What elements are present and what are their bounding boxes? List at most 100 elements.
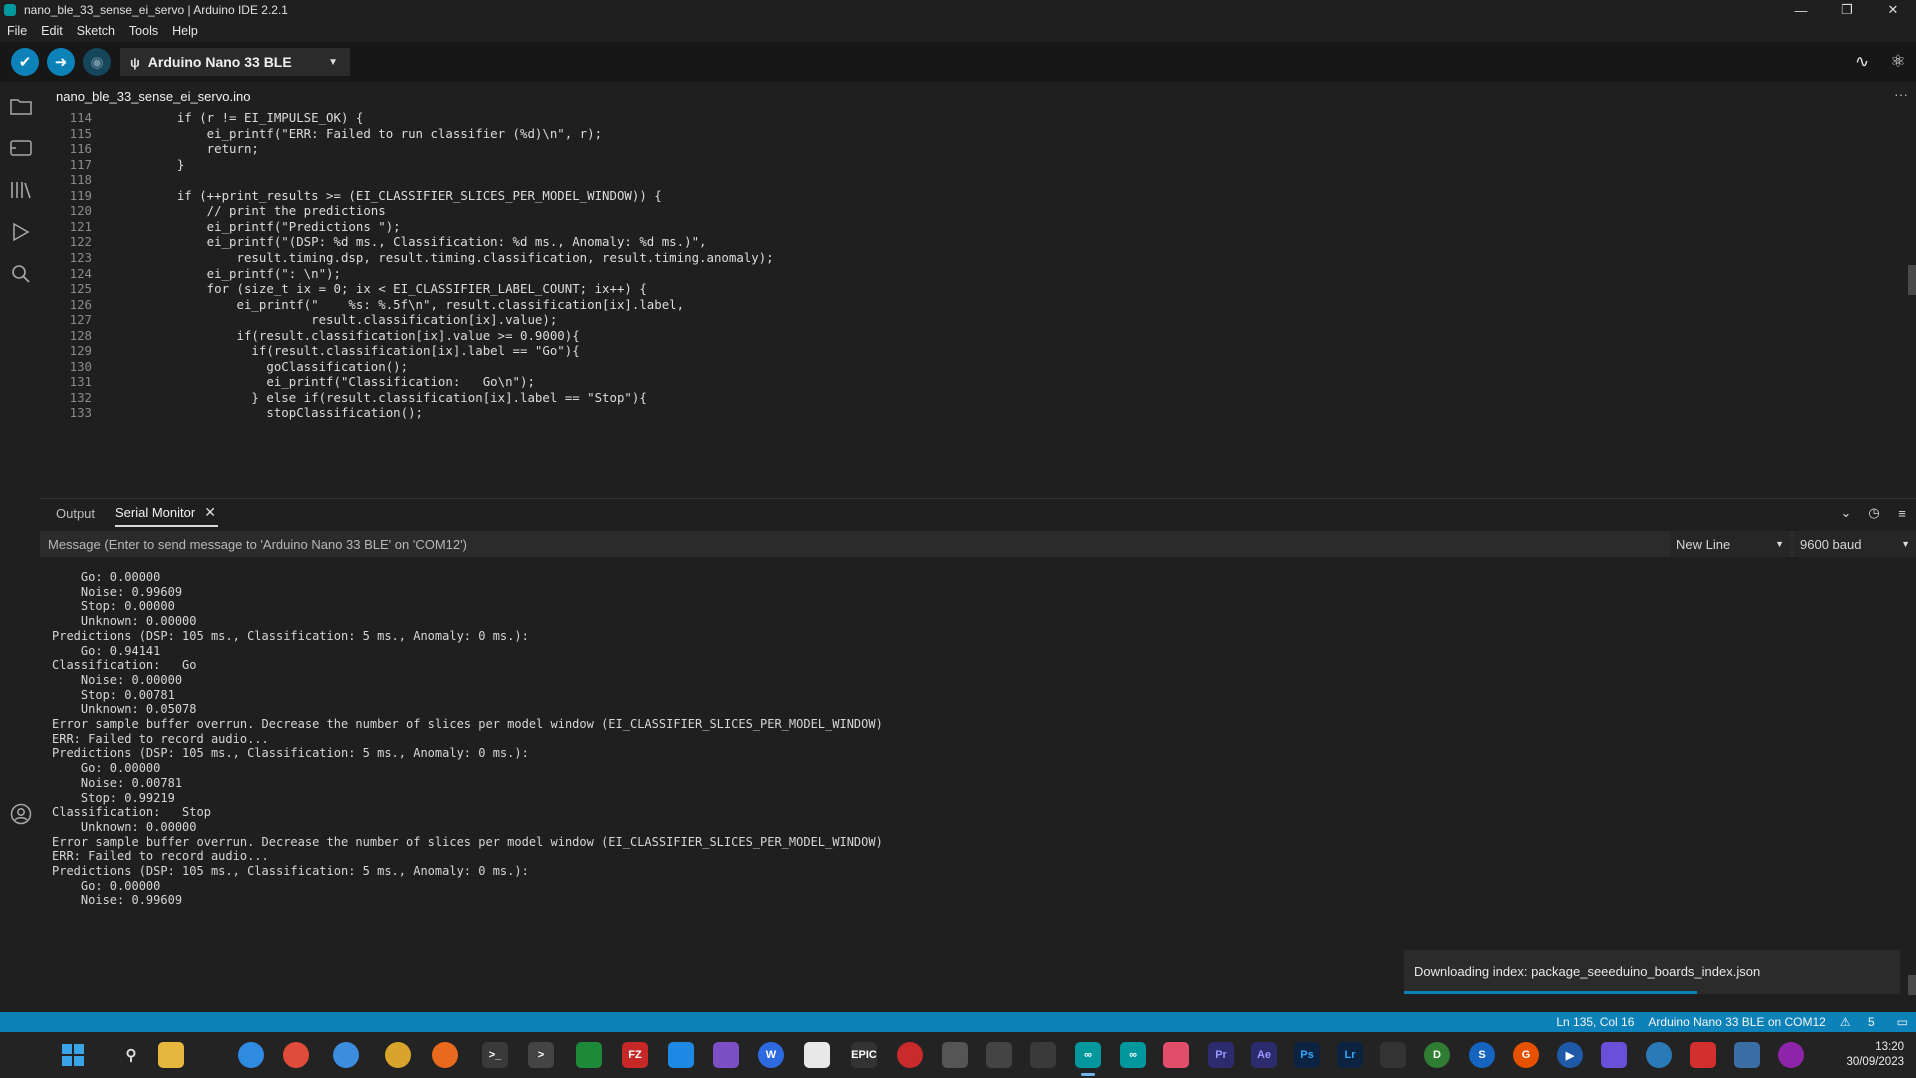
usb-icon: ψ (130, 54, 140, 70)
premiere-pro-icon[interactable]: Pr (1208, 1042, 1234, 1068)
app-icon-red[interactable] (897, 1042, 923, 1068)
edge-browser-icon[interactable] (238, 1042, 264, 1068)
code-text: stopClassification(); (147, 405, 424, 421)
title-bar: nano_ble_33_sense_ei_servo | Arduino IDE… (0, 0, 1916, 20)
debug-run-icon[interactable] (9, 220, 32, 243)
app-icon-monitor[interactable] (1734, 1042, 1760, 1068)
lightroom-icon[interactable]: Lr (1337, 1042, 1363, 1068)
window-controls: — ❐ ✕ (1778, 0, 1916, 20)
timestamp-clock-icon[interactable]: ◷ (1860, 505, 1888, 521)
search-icon[interactable] (9, 262, 32, 285)
chrome-icon[interactable] (283, 1042, 309, 1068)
unity-hub-icon[interactable] (986, 1042, 1012, 1068)
taskbar: ⚲ >_ > FZ W EPIC ∞ ∞ Pr Ae Ps Lr D S G ▶ (0, 1032, 1916, 1078)
minimize-icon[interactable]: — (1778, 0, 1824, 20)
app-icon-w[interactable]: W (758, 1042, 784, 1068)
notifications-indicator[interactable]: ⚠ 5 (1840, 1015, 1889, 1029)
editor-scrollbar[interactable] (1908, 265, 1916, 295)
obsidian-icon[interactable] (1601, 1042, 1627, 1068)
android-studio-icon[interactable] (576, 1042, 602, 1068)
verify-button[interactable]: ✔ (11, 48, 39, 76)
close-icon[interactable]: ✕ (204, 504, 216, 521)
app-icon-play[interactable]: ▶ (1557, 1042, 1583, 1068)
board-name: Arduino Nano 33 BLE (147, 54, 292, 70)
vscode-icon[interactable] (668, 1042, 694, 1068)
board-port[interactable]: Arduino Nano 33 BLE on COM12 (1648, 1015, 1825, 1029)
chevron-down-icon[interactable]: ⌄ (1832, 505, 1860, 521)
after-effects-icon[interactable]: Ae (1251, 1042, 1277, 1068)
sketchbook-folder-icon[interactable] (9, 94, 32, 117)
board-selector[interactable]: ψ Arduino Nano 33 BLE ▼ (120, 48, 350, 76)
activity-bar (0, 82, 40, 1012)
unity-icon[interactable] (942, 1042, 968, 1068)
app-icon-g[interactable]: G (1513, 1042, 1539, 1068)
app-icon-drone[interactable] (1380, 1042, 1406, 1068)
upload-button[interactable]: ➜ (47, 48, 75, 76)
line-ending-select[interactable]: New Line ▼ (1670, 531, 1790, 557)
visual-studio-icon[interactable] (713, 1042, 739, 1068)
filezilla-icon[interactable]: FZ (622, 1042, 648, 1068)
serial-message-input[interactable] (40, 531, 1666, 557)
restore-icon[interactable]: ❐ (1824, 0, 1870, 20)
tab-output-label: Output (56, 505, 96, 521)
tab-serial-monitor-label: Serial Monitor (115, 504, 196, 520)
system-clock[interactable]: 13:20 30/09/2023 (1846, 1040, 1904, 1070)
checkmark-icon: ✔ (18, 54, 32, 71)
chrome-canary-icon[interactable] (333, 1042, 359, 1068)
line-ending-value: New Line (1676, 536, 1731, 552)
serial-scrollbar[interactable] (1908, 975, 1916, 995)
app-icon-globe[interactable] (1646, 1042, 1672, 1068)
close-icon[interactable]: ✕ (1870, 0, 1916, 20)
status-bar: Ln 135, Col 16 Arduino Nano 33 BLE on CO… (0, 1012, 1916, 1032)
windows-start-icon[interactable] (60, 1042, 86, 1068)
toolbar-right: ∿ ⚛ (1844, 42, 1916, 82)
panel-toggle-icon[interactable]: ▭ (1897, 1015, 1908, 1029)
epic-games-icon[interactable]: EPIC (851, 1042, 877, 1068)
caret-down-icon: ▼ (1901, 539, 1910, 549)
unity-editor-icon[interactable] (1030, 1042, 1056, 1068)
tab-sketch-file[interactable]: nano_ble_33_sense_ei_servo.ino (40, 82, 266, 110)
account-icon[interactable] (9, 802, 32, 825)
more-actions-icon[interactable]: ··· (1894, 86, 1908, 102)
app-icon-box[interactable] (804, 1042, 830, 1068)
menu-edit[interactable]: Edit (34, 24, 70, 38)
serial-output[interactable]: Go: 0.00000 Noise: 0.99609 Stop: 0.00000… (40, 560, 1916, 1011)
menu-tools[interactable]: Tools (122, 24, 165, 38)
photoshop-icon[interactable]: Ps (1294, 1042, 1320, 1068)
search-icon[interactable]: ⚲ (118, 1042, 144, 1068)
cursor-position[interactable]: Ln 135, Col 16 (1556, 1015, 1634, 1029)
debug-button[interactable]: ◉ (83, 48, 111, 76)
powershell-icon[interactable]: > (528, 1042, 554, 1068)
panel-actions: ⌄ ◷ ≡ (1832, 499, 1916, 527)
clock-time: 13:20 (1875, 1041, 1904, 1053)
terminal-icon[interactable]: >_ (482, 1042, 508, 1068)
firefox-icon[interactable] (432, 1042, 458, 1068)
code-editor[interactable]: 114 if (r != EI_IMPULSE_OK) {115 ei_prin… (40, 110, 1916, 498)
library-manager-icon[interactable] (9, 178, 32, 201)
serial-plotter-icon[interactable]: ∿ (1844, 52, 1880, 72)
menu-help[interactable]: Help (165, 24, 205, 38)
line-number: 133 (69, 405, 92, 421)
app-icon-d[interactable]: D (1424, 1042, 1450, 1068)
menu-file[interactable]: File (0, 24, 34, 38)
chrome-dev-icon[interactable] (385, 1042, 411, 1068)
clear-output-icon[interactable]: ≡ (1888, 506, 1916, 521)
baud-rate-select[interactable]: 9600 baud ▼ (1794, 531, 1916, 557)
tab-output[interactable]: Output (56, 499, 95, 527)
tab-serial-monitor[interactable]: Serial Monitor ✕ (115, 499, 218, 527)
download-notification: Downloading index: package_seeeduino_boa… (1404, 950, 1900, 994)
menu-sketch[interactable]: Sketch (70, 24, 122, 38)
app-icon-red-square[interactable] (1690, 1042, 1716, 1068)
serial-monitor-icon[interactable]: ⚛ (1880, 52, 1916, 72)
file-explorer-icon[interactable] (158, 1042, 184, 1068)
boards-manager-icon[interactable] (9, 136, 32, 159)
arduino-ide-icon[interactable]: ∞ (1075, 1042, 1101, 1076)
window-title: nano_ble_33_sense_ei_servo | Arduino IDE… (24, 3, 288, 17)
arduino-app-icon (4, 4, 16, 16)
app-icon-s[interactable]: S (1469, 1042, 1495, 1068)
arduino-icon[interactable]: ∞ (1120, 1042, 1146, 1068)
app-icon-pink[interactable] (1163, 1042, 1189, 1068)
caret-down-icon: ▼ (1775, 539, 1784, 549)
menu-bar: File Edit Sketch Tools Help (0, 20, 1916, 42)
github-icon[interactable] (1778, 1042, 1804, 1068)
